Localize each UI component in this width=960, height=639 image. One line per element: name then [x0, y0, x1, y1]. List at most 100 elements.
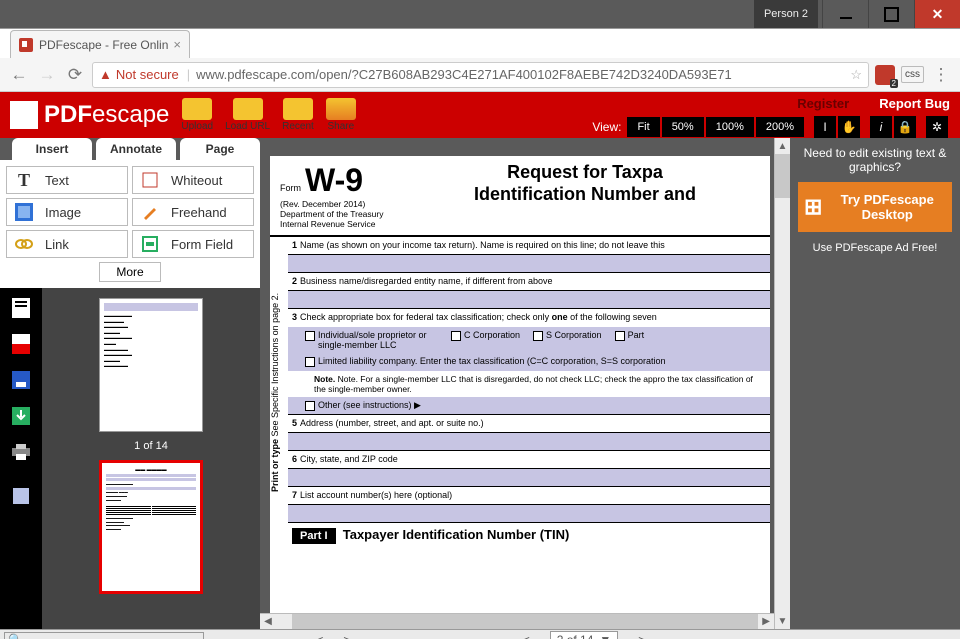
thumbnail-1[interactable]: ▬▬▬▬▬▬▬▬▬▬▬▬▬▬▬▬▬▬▬▬▬▬▬▬▬▬▬▬▬▬▬▬▬▬▬▬▬▬▬▬…	[99, 298, 203, 432]
pdf-icon[interactable]	[9, 332, 33, 356]
bookmark-star-icon[interactable]: ☆	[850, 67, 862, 83]
thumbnail-2[interactable]: ▬▬ ▬▬▬▬ ▬▬▬▬▬▬▬▬▬ ▬▬▬▬ ▬▬▬▬▬▬▬▬▬▬▬▬▬▬▬ ▬…	[99, 460, 203, 594]
check-other[interactable]: Other (see instructions) ▶	[288, 397, 770, 415]
pdfescape-logo[interactable]: PDFescape	[10, 101, 169, 129]
folder-upload-icon	[182, 98, 212, 120]
field-7[interactable]: 7List account number(s) here (optional)	[288, 487, 770, 505]
form-word: Form	[280, 183, 301, 193]
prev-page-button-2[interactable]: >	[343, 633, 350, 639]
scroll-down-icon[interactable]: ▼	[775, 613, 790, 629]
promo-text: Need to edit existing text & graphics?	[798, 146, 952, 174]
forward-button[interactable]: →	[36, 64, 58, 86]
field-2-input[interactable]	[288, 291, 770, 309]
zoom-100-button[interactable]: 100%	[706, 117, 754, 137]
tool-link[interactable]: Link	[6, 230, 128, 258]
field-2[interactable]: 2Business name/disregarded entity name, …	[288, 273, 770, 291]
whiteout-icon	[141, 171, 159, 189]
print-icon[interactable]	[9, 440, 33, 464]
tool-grid: TText Whiteout Image Freehand Link Form …	[0, 160, 260, 288]
window-maximize-button[interactable]	[868, 0, 914, 28]
info-icon[interactable]: i	[870, 116, 892, 138]
document-area[interactable]: Form W-9 (Rev. December 2014) Department…	[260, 138, 774, 629]
share-button[interactable]: Share	[326, 98, 356, 132]
field-6[interactable]: 6City, state, and ZIP code	[288, 451, 770, 469]
scroll-right-icon[interactable]: ▶	[758, 616, 774, 627]
hscroll-thumb[interactable]	[292, 614, 758, 629]
field-1-input[interactable]	[288, 255, 770, 273]
form-dept1: Department of the Treasury	[280, 209, 410, 219]
blank-icon[interactable]	[9, 484, 33, 508]
tab-annotate[interactable]: Annotate	[96, 138, 176, 160]
window-close-button[interactable]	[914, 0, 960, 28]
field-5-input[interactable]	[288, 433, 770, 451]
field-5[interactable]: 5Address (number, street, and apt. or su…	[288, 415, 770, 433]
chevron-down-icon: ▼	[599, 633, 611, 639]
page-icon[interactable]	[9, 296, 33, 320]
check-scorp[interactable]: S Corporation	[530, 330, 602, 350]
tab-insert[interactable]: Insert	[12, 138, 92, 160]
form-title-1: Request for Taxpa	[410, 162, 760, 184]
folder-url-icon	[233, 98, 263, 120]
browser-tab[interactable]: PDFescape - Free Onlin ×	[10, 30, 190, 58]
not-secure-label: Not secure	[116, 67, 179, 82]
zoom-fit-button[interactable]: Fit	[627, 117, 659, 137]
ublock-extension-icon[interactable]: 2	[875, 65, 895, 85]
tool-whiteout[interactable]: Whiteout	[132, 166, 254, 194]
reload-button[interactable]: ⟳	[64, 64, 86, 86]
zoom-200-button[interactable]: 200%	[756, 117, 804, 137]
field-6-input[interactable]	[288, 469, 770, 487]
scroll-up-icon[interactable]: ▲	[775, 138, 790, 154]
horizontal-scrollbar[interactable]: ◀ ▶	[260, 613, 774, 629]
tool-text[interactable]: TText	[6, 166, 128, 194]
thumbnail-caption: 1 of 14	[134, 440, 168, 452]
scroll-thumb[interactable]	[775, 154, 790, 198]
prev-page-button[interactable]: <	[316, 633, 323, 639]
pdfescape-favicon-icon	[19, 38, 33, 52]
lock-icon[interactable]: 🔒	[894, 116, 916, 138]
zoom-50-button[interactable]: 50%	[662, 117, 704, 137]
profile-chip[interactable]: Person 2	[754, 0, 818, 28]
tool-formfield[interactable]: Form Field	[132, 230, 254, 258]
form-revision: (Rev. December 2014)	[280, 199, 410, 209]
ad-free-link[interactable]: Use PDFescape Ad Free!	[798, 242, 952, 254]
css-extension-icon[interactable]: css	[901, 66, 924, 83]
text-cursor-icon[interactable]: I	[814, 116, 836, 138]
upload-label: Upload	[181, 121, 213, 132]
field-3: 3Check appropriate box for federal tax c…	[288, 309, 770, 327]
page-next-button[interactable]: >	[638, 633, 645, 639]
settings-gear-icon[interactable]: ✲	[926, 116, 948, 138]
page-select-dropdown[interactable]: 2 of 14▼	[550, 631, 619, 639]
download-icon[interactable]	[9, 404, 33, 428]
field-7-input[interactable]	[288, 505, 770, 523]
tool-image[interactable]: Image	[6, 198, 128, 226]
check-part[interactable]: Part	[612, 330, 645, 350]
url-box[interactable]: ▲ Not secure | www.pdfescape.com/open/?C…	[92, 62, 869, 88]
tab-close-icon[interactable]: ×	[173, 37, 181, 52]
check-llc[interactable]: Limited liability company. Enter the tax…	[288, 353, 770, 371]
try-desktop-button[interactable]: ⊞ Try PDFescape Desktop	[798, 182, 952, 232]
check-individual[interactable]: Individual/sole proprietor or single-mem…	[302, 330, 438, 350]
check-ccorp[interactable]: C Corporation	[448, 330, 520, 350]
report-bug-link[interactable]: Report Bug	[879, 96, 950, 111]
field-1[interactable]: 1Name (as shown on your income tax retur…	[288, 237, 770, 255]
load-url-button[interactable]: Load URL	[225, 98, 270, 132]
window-minimize-button[interactable]	[822, 0, 868, 28]
tool-label: Form Field	[171, 237, 233, 252]
recent-button[interactable]: Recent	[282, 98, 314, 132]
tool-freehand[interactable]: Freehand	[132, 198, 254, 226]
hand-tool-icon[interactable]: ✋	[838, 116, 860, 138]
browser-addressbar: ← → ⟳ ▲ Not secure | www.pdfescape.com/o…	[0, 58, 960, 92]
right-promo-panel: Need to edit existing text & graphics? ⊞…	[790, 138, 960, 629]
save-icon[interactable]	[9, 368, 33, 392]
page-first-button[interactable]: <	[523, 633, 530, 639]
scroll-left-icon[interactable]: ◀	[260, 616, 276, 627]
upload-button[interactable]: Upload	[181, 98, 213, 132]
vertical-scrollbar[interactable]: ▲ ▼	[774, 138, 790, 629]
more-tools-button[interactable]: More	[99, 262, 160, 282]
back-button[interactable]: ←	[8, 64, 30, 86]
tab-page[interactable]: Page	[180, 138, 260, 160]
register-link[interactable]: Register	[797, 96, 849, 111]
browser-menu-button[interactable]: ⋮	[930, 64, 952, 86]
window-titlebar: Person 2	[0, 0, 960, 28]
search-input[interactable]: 🔍	[4, 632, 204, 639]
